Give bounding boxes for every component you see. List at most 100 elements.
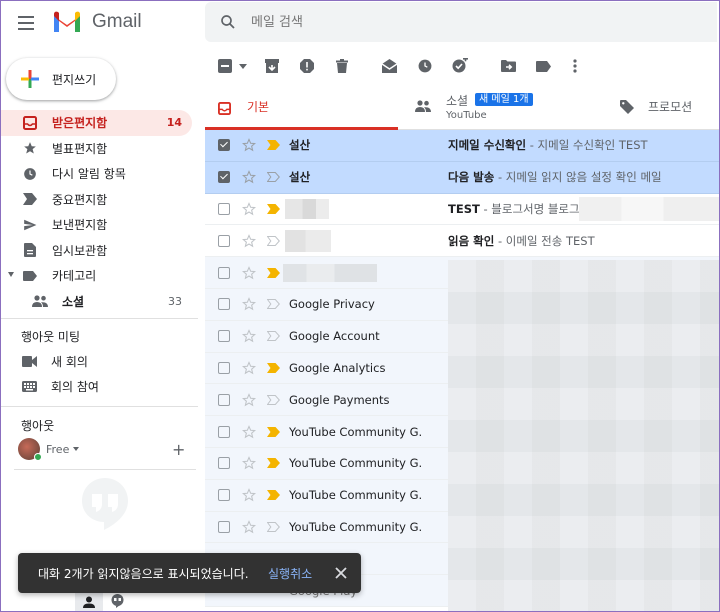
row-checkbox[interactable] — [218, 171, 230, 184]
star-outline-icon[interactable] — [242, 361, 256, 375]
main-menu-button[interactable] — [18, 12, 40, 34]
important-outline-icon[interactable] — [267, 235, 280, 246]
undo-button[interactable]: 실행취소 — [268, 565, 312, 582]
sidebar-item-starred[interactable]: 별표편지함 — [0, 136, 200, 162]
tab-social[interactable]: 소셜 새 메일 1개 YouTube — [415, 86, 615, 130]
label-button[interactable] — [535, 58, 551, 74]
important-marker-icon[interactable] — [267, 267, 280, 278]
sidebar-item-sent[interactable]: 보낸편지함 — [0, 212, 200, 238]
important-outline-icon[interactable] — [267, 299, 280, 310]
important-marker-icon[interactable] — [267, 362, 280, 373]
sidebar-item-label: 중요편지함 — [52, 192, 108, 207]
new-meeting-item[interactable]: 새 회의 — [22, 353, 88, 370]
row-checkbox[interactable] — [218, 361, 230, 374]
sidebar-item-snoozed[interactable]: 다시 알림 항목 — [0, 161, 200, 187]
row-checkbox[interactable] — [218, 520, 230, 533]
expand-caret-icon[interactable] — [8, 272, 14, 277]
star-outline-icon[interactable] — [242, 392, 256, 407]
snooze-button[interactable] — [417, 58, 433, 74]
move-to-button[interactable] — [500, 58, 516, 74]
search-input[interactable] — [251, 14, 651, 30]
delete-button[interactable] — [334, 58, 350, 74]
sidebar-item-important[interactable]: 중요편지함 — [0, 187, 200, 213]
star-outline-icon[interactable] — [242, 520, 256, 534]
star-outline-icon[interactable] — [242, 424, 256, 439]
inbox-icon — [22, 115, 38, 131]
star-outline-icon[interactable] — [242, 329, 256, 343]
star-outline-icon[interactable] — [242, 488, 256, 502]
add-to-tasks-button[interactable] — [452, 58, 468, 74]
clock-icon — [418, 59, 432, 73]
star-outline-icon[interactable] — [242, 297, 256, 311]
row-checkbox[interactable] — [218, 234, 230, 247]
email-subject-text: 다음 발송 — [448, 170, 495, 185]
row-checkbox[interactable] — [218, 425, 230, 438]
trash-icon — [336, 59, 348, 73]
tab-promotions[interactable]: 프로모션 — [620, 86, 720, 130]
contacts-tab[interactable] — [75, 590, 103, 612]
important-marker-icon[interactable] — [267, 490, 280, 501]
email-row[interactable]: 읽음 확인 - 이메일 전송 TEST — [205, 225, 720, 258]
add-task-icon — [452, 58, 468, 73]
important-marker-icon[interactable] — [267, 458, 280, 469]
plus-icon — [21, 70, 39, 88]
search-bar[interactable] — [205, 2, 717, 42]
email-sender: 설산 — [289, 170, 311, 185]
row-checkbox[interactable] — [218, 330, 230, 343]
email-sender: Google Account — [289, 329, 380, 344]
hangouts-status[interactable]: Free — [46, 443, 69, 456]
row-checkbox[interactable] — [218, 393, 230, 406]
row-checkbox[interactable] — [218, 457, 230, 470]
row-checkbox[interactable] — [218, 298, 230, 311]
important-marker-icon[interactable] — [267, 140, 280, 151]
hangouts-user[interactable]: Free — [18, 438, 80, 461]
important-marker-icon[interactable] — [267, 203, 280, 214]
important-outline-icon[interactable] — [267, 521, 280, 532]
row-checkbox[interactable] — [218, 489, 230, 502]
new-mail-badge: 새 메일 1개 — [475, 93, 533, 106]
redacted-sender — [285, 229, 331, 252]
email-sender: Google Privacy — [289, 297, 375, 312]
compose-button[interactable]: 편지쓰기 — [6, 58, 116, 100]
email-subject: 읽음 확인 - 이메일 전송 TEST — [448, 233, 595, 249]
avatar[interactable] — [18, 438, 42, 461]
archive-icon — [265, 59, 279, 73]
more-options-button[interactable] — [567, 58, 583, 74]
row-checkbox[interactable] — [218, 266, 230, 279]
close-icon[interactable] — [334, 566, 348, 580]
sidebar-item-social[interactable]: 소셜 33 — [0, 289, 200, 315]
search-icon[interactable] — [219, 13, 237, 31]
star-outline-icon[interactable] — [242, 456, 256, 470]
archive-button[interactable] — [264, 58, 280, 74]
star-outline-icon[interactable] — [242, 138, 256, 152]
select-dropdown-button[interactable] — [235, 58, 251, 74]
join-meeting-item[interactable]: 회의 참여 — [22, 378, 99, 395]
sidebar-item-inbox[interactable]: 받은편지함 14 — [0, 110, 192, 136]
add-contact-button[interactable]: + — [172, 442, 185, 458]
email-row[interactable]: 설산 지메일 수신확인 - 지메일 수신확인 TEST — [205, 130, 720, 162]
hangouts-tab[interactable] — [103, 590, 131, 612]
email-row[interactable]: 설산 다음 발송 - 지메일 읽지 않음 설정 확인 메일 — [205, 161, 720, 194]
row-checkbox[interactable] — [218, 139, 230, 152]
gmail-logo[interactable]: Gmail — [52, 10, 142, 34]
sidebar-item-label: 소셜 — [62, 294, 85, 309]
tab-primary[interactable]: 기본 — [205, 86, 398, 130]
row-checkbox[interactable] — [218, 202, 230, 215]
mark-read-button[interactable] — [381, 58, 397, 74]
chevron-down-icon[interactable] — [73, 447, 80, 451]
star-outline-icon[interactable] — [242, 170, 256, 184]
select-all-checkbox[interactable] — [217, 58, 233, 74]
important-outline-icon[interactable] — [267, 394, 280, 405]
star-outline-icon[interactable] — [242, 233, 256, 248]
sidebar-item-categories[interactable]: 카테고리 — [0, 263, 200, 289]
important-outline-icon[interactable] — [267, 172, 280, 183]
videocam-icon — [22, 356, 37, 367]
sidebar-item-label: 받은편지함 — [52, 116, 108, 131]
important-outline-icon[interactable] — [267, 331, 280, 342]
star-outline-icon[interactable] — [242, 202, 256, 216]
sidebar-item-drafts[interactable]: 임시보관함 — [0, 238, 200, 264]
important-marker-icon[interactable] — [267, 426, 280, 437]
email-row[interactable]: TEST - 블로그서명 블로그 — [205, 193, 720, 226]
star-outline-icon[interactable] — [242, 265, 256, 280]
report-spam-button[interactable] — [299, 58, 315, 74]
